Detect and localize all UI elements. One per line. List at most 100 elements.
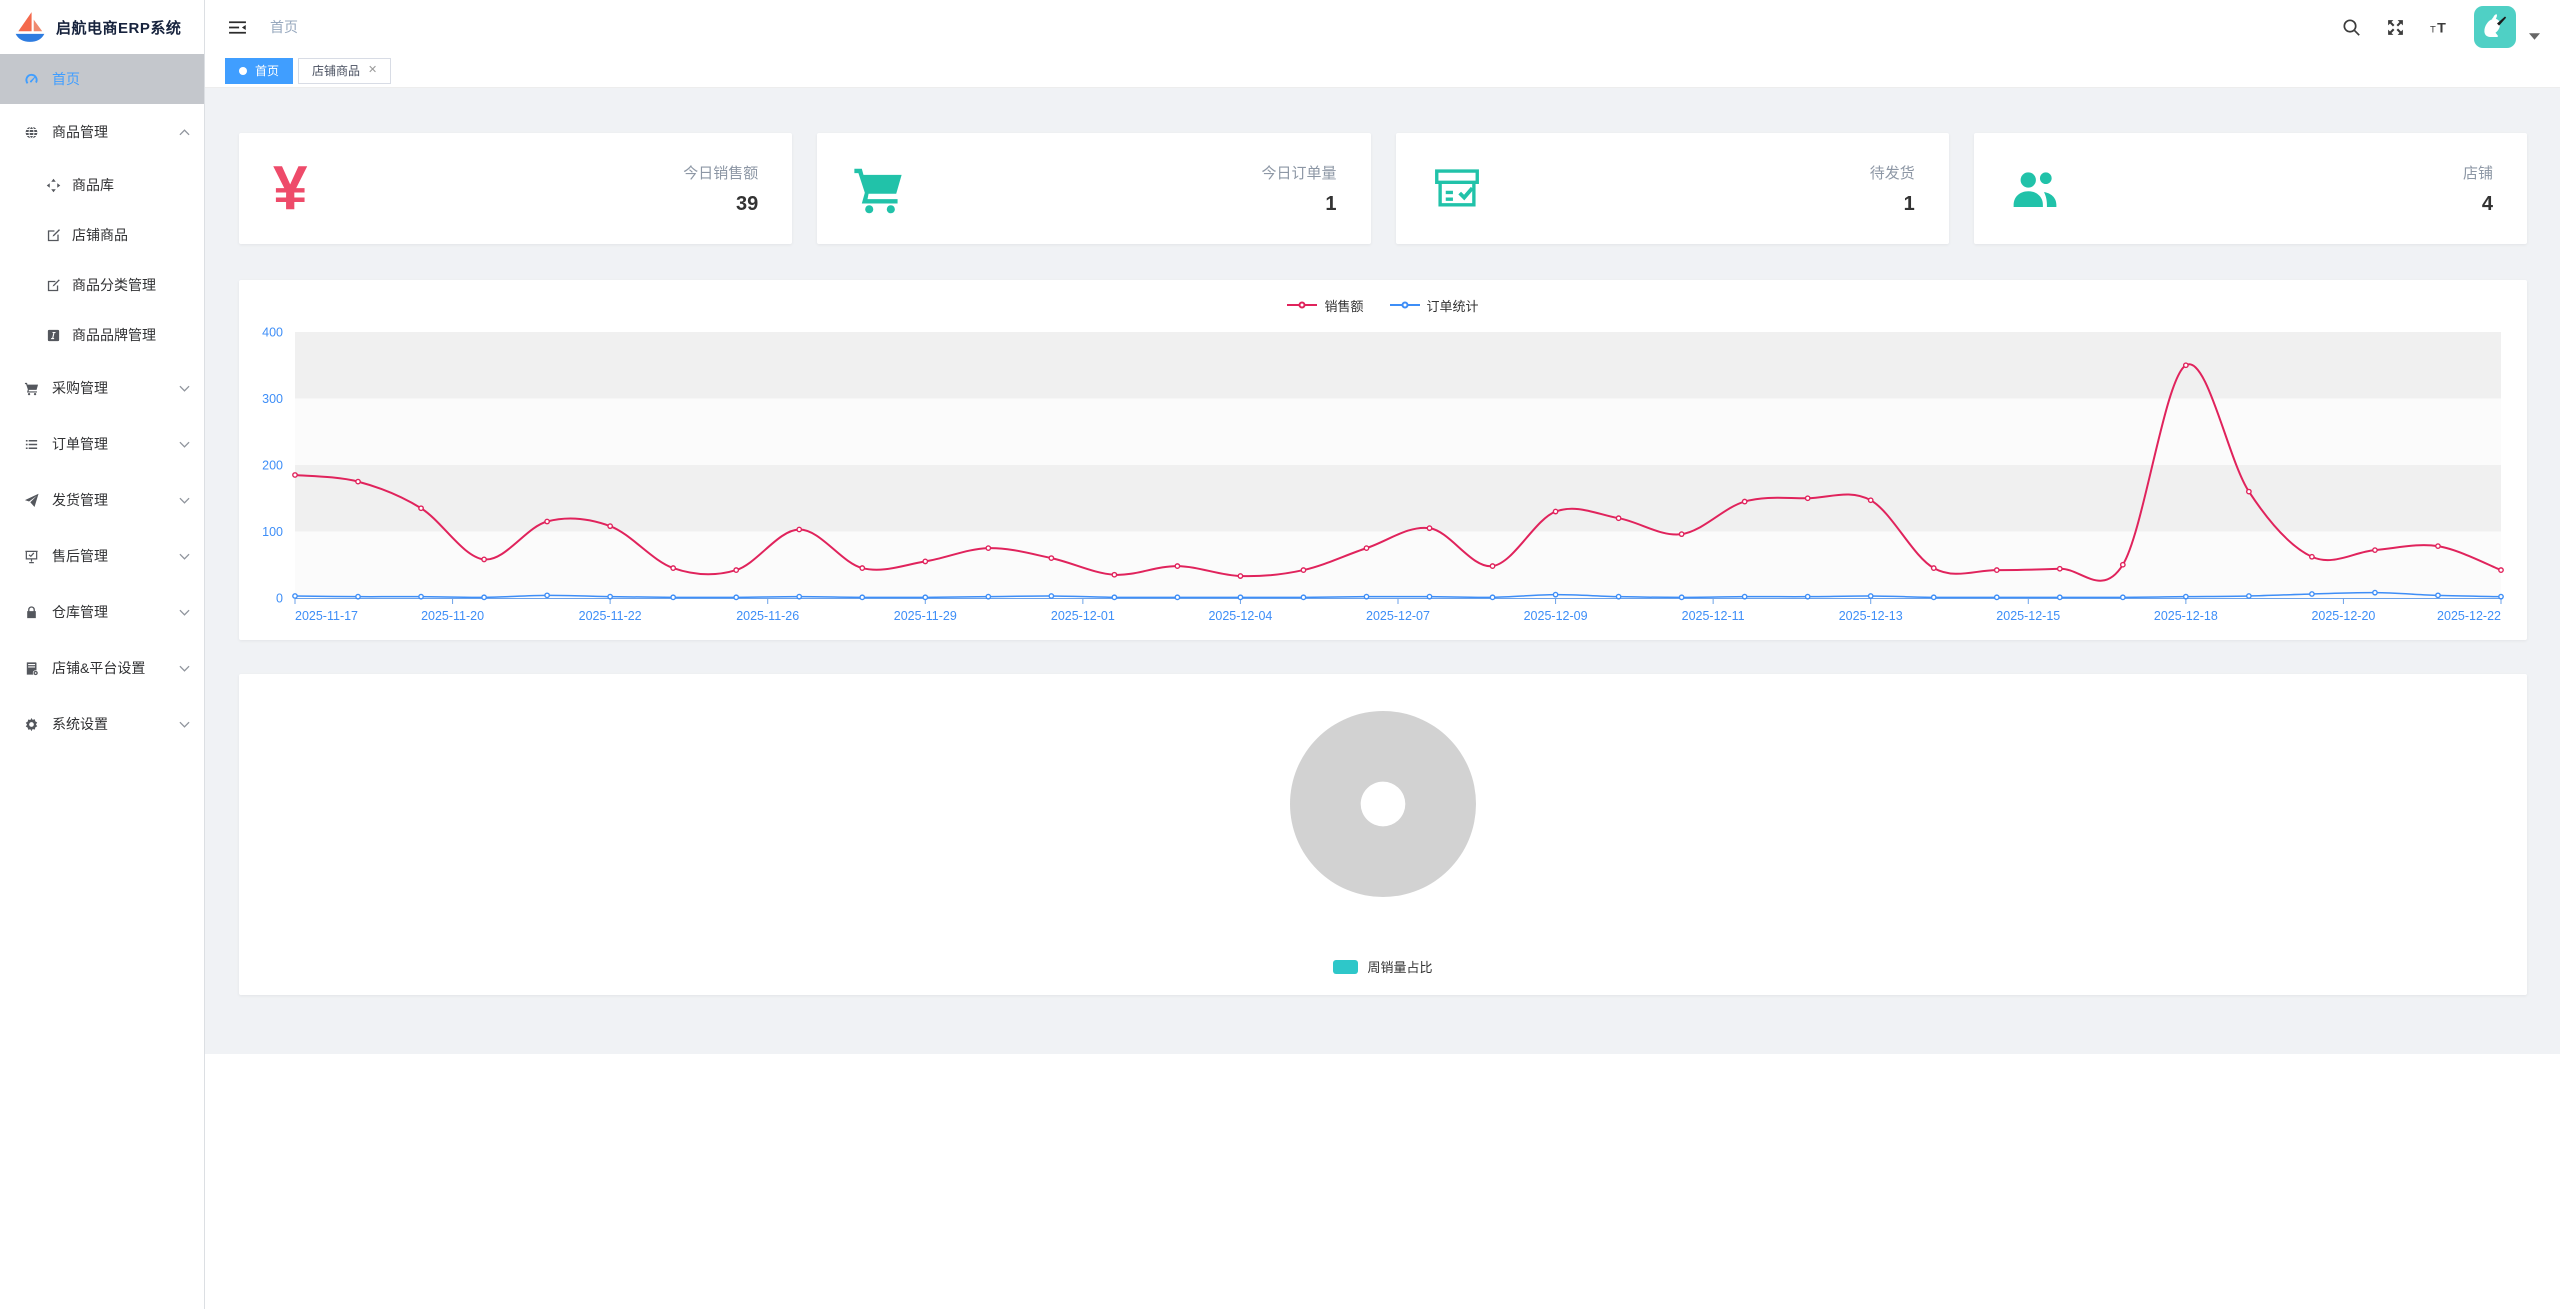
svg-text:T: T [2437, 20, 2446, 36]
users-icon [2008, 162, 2062, 216]
line-marker-icon [1287, 300, 1317, 311]
menu-fold-icon[interactable] [228, 19, 247, 36]
sidebar-item-label: 发货管理 [52, 490, 108, 510]
chevron-down-icon [179, 553, 190, 560]
svg-text:100: 100 [262, 525, 283, 539]
sidebar-item-shop-products[interactable]: 店铺商品 [0, 210, 204, 260]
yen-icon: ¥ [273, 158, 307, 220]
sidebar-item-product-management[interactable]: 商品管理 [0, 104, 204, 160]
sidebar-item-shop-platform-settings[interactable]: 店铺&平台设置 [0, 640, 204, 696]
compass-icon [46, 178, 61, 193]
sidebar-item-warehouse-management[interactable]: 仓库管理 [0, 584, 204, 640]
tab-home[interactable]: 首页 [225, 58, 293, 84]
svg-text:2025-12-09: 2025-12-09 [1524, 609, 1588, 623]
avatar[interactable] [2474, 6, 2516, 48]
chevron-down-icon [179, 497, 190, 504]
legend-label: 订单统计 [1427, 296, 1479, 315]
stat-label: 店铺 [2463, 162, 2493, 183]
sidebar-item-system-settings[interactable]: 系统设置 [0, 696, 204, 752]
caret-down-icon[interactable] [2529, 33, 2540, 40]
sidebar-item-label: 店铺&平台设置 [52, 658, 145, 678]
stat-card-shops: 店铺 4 [1974, 133, 2527, 244]
sidebar-item-label: 商品分类管理 [72, 275, 156, 295]
chevron-down-icon [179, 665, 190, 672]
svg-text:2025-12-20: 2025-12-20 [2311, 609, 2375, 623]
chevron-down-icon [179, 609, 190, 616]
sidebar-item-label: 店铺商品 [72, 225, 128, 245]
sidebar-item-product-library[interactable]: 商品库 [0, 160, 204, 210]
sidebar: 启航电商ERP系统 首页 商品管理 [0, 0, 205, 1309]
aftersale-board-icon [24, 549, 39, 564]
sidebar-item-shipping-management[interactable]: 发货管理 [0, 472, 204, 528]
sidebar-item-label: 商品管理 [52, 122, 108, 142]
sidebar-item-product-category-management[interactable]: 商品分类管理 [0, 260, 204, 310]
chart-legend: 销售额 订单统计 [239, 292, 2527, 318]
donut-legend-item[interactable]: 周销量占比 [1333, 957, 1432, 976]
app-layout: 启航电商ERP系统 首页 商品管理 [0, 0, 2560, 1309]
svg-text:2025-12-22: 2025-12-22 [2437, 609, 2501, 623]
chevron-up-icon [179, 129, 190, 136]
stat-value: 1 [1261, 193, 1336, 216]
sidebar-item-purchase-management[interactable]: 采购管理 [0, 360, 204, 416]
font-size-icon[interactable]: T T [2430, 18, 2449, 37]
cart-icon [24, 381, 39, 396]
tab-bar: 首页 店铺商品 ✕ [205, 54, 2560, 88]
legend-swatch-icon [1333, 960, 1358, 974]
svg-text:2025-12-04: 2025-12-04 [1208, 609, 1272, 623]
stat-value: 39 [683, 193, 758, 216]
app-title: 启航电商ERP系统 [56, 17, 181, 38]
sidebar-item-label: 订单管理 [52, 434, 108, 454]
sidebar-item-order-management[interactable]: 订单管理 [0, 416, 204, 472]
fullscreen-icon[interactable] [2386, 18, 2405, 37]
app-logo: 启航电商ERP系统 [0, 0, 204, 54]
tab-shop-products[interactable]: 店铺商品 ✕ [298, 58, 391, 84]
svg-text:2025-11-20: 2025-11-20 [421, 609, 484, 623]
rabbit-avatar-icon [2480, 12, 2510, 42]
main-area: 首页 T T [205, 0, 2560, 1309]
gear-icon [24, 717, 39, 732]
tab-label: 店铺商品 [312, 62, 360, 79]
stat-value: 1 [1870, 193, 1915, 216]
chevron-down-icon [179, 385, 190, 392]
sales-line-chart-panel: 销售额 订单统计 01002003004002025-11-172025-11-… [239, 280, 2527, 640]
sailboat-icon [13, 10, 47, 44]
svg-text:300: 300 [262, 392, 283, 406]
close-icon[interactable]: ✕ [368, 65, 377, 76]
svg-text:T: T [2430, 24, 2436, 35]
svg-text:2025-12-01: 2025-12-01 [1051, 609, 1115, 623]
svg-text:2025-11-22: 2025-11-22 [579, 609, 642, 623]
stat-card-pending-shipment: 待发货 1 [1396, 133, 1949, 244]
sales-line-chart: 01002003004002025-11-172025-11-202025-11… [239, 318, 2527, 630]
journal-gear-icon [24, 661, 39, 676]
svg-text:2025-12-15: 2025-12-15 [1996, 609, 2060, 623]
legend-item-orders[interactable]: 订单统计 [1390, 296, 1479, 315]
stat-card-today-sales: ¥ 今日销售额 39 [239, 133, 792, 244]
svg-text:2025-11-17: 2025-11-17 [295, 609, 358, 623]
tab-label: 首页 [255, 62, 279, 79]
breadcrumb[interactable]: 首页 [270, 17, 298, 37]
sidebar-item-label: 商品品牌管理 [72, 325, 156, 345]
cart-icon [851, 162, 905, 216]
svg-text:2025-12-11: 2025-12-11 [1682, 609, 1745, 623]
sidebar-item-product-brand-management[interactable]: 商品品牌管理 [0, 310, 204, 360]
stats-row: ¥ 今日销售额 39 今日订单量 1 [239, 133, 2527, 244]
svg-text:2025-12-18: 2025-12-18 [2154, 609, 2218, 623]
topbar: 首页 T T [205, 0, 2560, 54]
sidebar-item-label: 商品库 [72, 175, 114, 195]
sidebar-item-label: 首页 [52, 69, 80, 89]
svg-text:2025-12-13: 2025-12-13 [1839, 609, 1903, 623]
search-icon[interactable] [2342, 18, 2361, 37]
sidebar-item-label: 采购管理 [52, 378, 108, 398]
sidebar-item-home[interactable]: 首页 [0, 54, 204, 104]
chevron-down-icon [179, 441, 190, 448]
legend-item-sales[interactable]: 销售额 [1287, 296, 1363, 315]
sidebar-menu: 首页 商品管理 商品库 [0, 54, 204, 752]
active-tab-dot-icon [239, 67, 247, 75]
dashboard-icon [24, 72, 39, 87]
svg-text:400: 400 [262, 326, 283, 340]
svg-text:2025-11-29: 2025-11-29 [894, 609, 957, 623]
sidebar-item-after-sales-management[interactable]: 售后管理 [0, 528, 204, 584]
sidebar-item-label: 系统设置 [52, 714, 108, 734]
lock-icon [24, 605, 39, 620]
stat-label: 今日订单量 [1261, 162, 1336, 183]
